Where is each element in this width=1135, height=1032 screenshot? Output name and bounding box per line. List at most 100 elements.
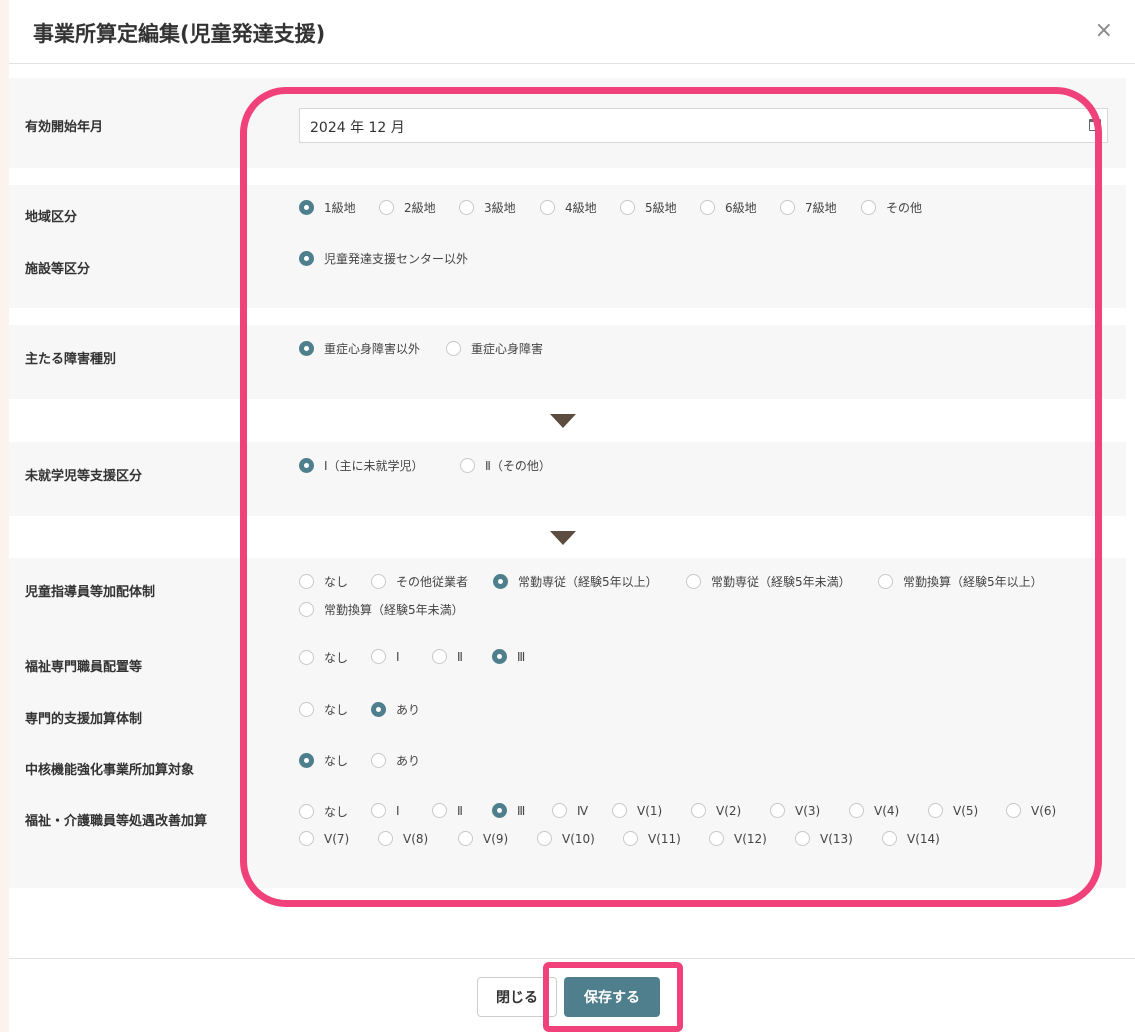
disability-option[interactable]: 重症心身障害以外 [299, 340, 420, 357]
improvement-option[interactable]: Ⅴ(8) [378, 831, 428, 846]
radio-button[interactable] [620, 200, 635, 215]
improvement-option[interactable]: Ⅴ(3) [770, 803, 820, 818]
radio-button[interactable] [299, 341, 314, 356]
area-option[interactable]: 4級地 [540, 199, 597, 216]
staff-option[interactable]: 常勤専従（経験5年未満） [686, 573, 851, 590]
area-option[interactable]: 1級地 [299, 199, 356, 216]
improvement-option[interactable]: Ⅴ(6) [1006, 803, 1056, 818]
core-option[interactable]: あり [371, 752, 420, 769]
improvement-option[interactable]: Ⅴ(13) [795, 831, 853, 846]
radio-button[interactable] [371, 753, 386, 768]
staff-option[interactable]: 常勤換算（経験5年未満） [299, 601, 464, 618]
radio-button[interactable] [299, 458, 314, 473]
improvement-option[interactable]: Ⅴ(7) [299, 831, 349, 846]
radio-button[interactable] [882, 831, 897, 846]
radio-button[interactable] [1006, 803, 1021, 818]
modal-title: 事業所算定編集(児童発達支援) [33, 22, 326, 46]
area-option[interactable]: 6級地 [700, 199, 757, 216]
close-button[interactable]: 閉じる [477, 977, 557, 1017]
staff-option[interactable]: その他従業者 [371, 573, 468, 590]
radio-button[interactable] [540, 200, 555, 215]
radio-button[interactable] [849, 803, 864, 818]
improvement-option[interactable]: Ⅳ [552, 803, 588, 818]
radio-button[interactable] [371, 702, 386, 717]
radio-button[interactable] [446, 341, 461, 356]
close-icon[interactable]: × [1095, 18, 1113, 43]
improvement-option[interactable]: Ⅴ(12) [709, 831, 767, 846]
improvement-option[interactable]: Ⅲ [492, 803, 525, 818]
improvement-option[interactable]: Ⅴ(11) [623, 831, 681, 846]
radio-button[interactable] [371, 574, 386, 589]
improvement-option[interactable]: Ⅴ(9) [458, 831, 508, 846]
radio-button[interactable] [691, 803, 706, 818]
radio-button[interactable] [299, 251, 314, 266]
radio-button[interactable] [552, 803, 567, 818]
radio-button[interactable] [537, 831, 552, 846]
area-option[interactable]: 5級地 [620, 199, 677, 216]
area-option[interactable]: 2級地 [379, 199, 436, 216]
improvement-option[interactable]: Ⅰ [371, 803, 400, 818]
staff-option[interactable]: なし [299, 573, 348, 590]
radio-button[interactable] [612, 803, 627, 818]
area-option[interactable]: その他 [861, 199, 922, 216]
staff-option[interactable]: 常勤専従（経験5年以上） [493, 573, 658, 590]
option-label: その他従業者 [396, 575, 469, 589]
specialist-option[interactable]: なし [299, 701, 348, 718]
radio-button[interactable] [700, 200, 715, 215]
radio-button[interactable] [299, 753, 314, 768]
staff-option[interactable]: 常勤換算（経験5年以上） [878, 573, 1043, 590]
radio-button[interactable] [432, 649, 447, 664]
radio-button[interactable] [492, 649, 507, 664]
calendar-icon[interactable] [1089, 119, 1101, 131]
radio-button[interactable] [371, 649, 386, 664]
radio-button[interactable] [299, 702, 314, 717]
radio-button[interactable] [299, 602, 314, 617]
radio-button[interactable] [299, 650, 314, 665]
improvement-option[interactable]: なし [299, 803, 348, 820]
radio-button[interactable] [861, 200, 876, 215]
radio-button[interactable] [378, 831, 393, 846]
improvement-option[interactable]: Ⅴ(2) [691, 803, 741, 818]
radio-button[interactable] [780, 200, 795, 215]
improvement-option[interactable]: Ⅴ(1) [612, 803, 662, 818]
improvement-option[interactable]: Ⅴ(5) [928, 803, 978, 818]
radio-button[interactable] [299, 574, 314, 589]
radio-button[interactable] [878, 574, 893, 589]
radio-button[interactable] [493, 574, 508, 589]
radio-button[interactable] [795, 831, 810, 846]
welfare-staff-option[interactable]: Ⅲ [492, 649, 525, 664]
radio-button[interactable] [623, 831, 638, 846]
radio-button[interactable] [379, 200, 394, 215]
improvement-option[interactable]: Ⅴ(14) [882, 831, 940, 846]
radio-button[interactable] [460, 458, 475, 473]
area-option[interactable]: 3級地 [459, 199, 516, 216]
improvement-option[interactable]: Ⅴ(10) [537, 831, 595, 846]
radio-button[interactable] [492, 803, 507, 818]
radio-button[interactable] [458, 831, 473, 846]
welfare-staff-option[interactable]: なし [299, 649, 348, 666]
disability-option[interactable]: 重症心身障害 [446, 340, 543, 357]
welfare-staff-option[interactable]: Ⅰ [371, 649, 400, 664]
radio-button[interactable] [770, 803, 785, 818]
facility-option[interactable]: 児童発達支援センター以外 [299, 250, 468, 267]
radio-button[interactable] [709, 831, 724, 846]
preschool-option[interactable]: Ⅱ（その他） [460, 457, 551, 474]
radio-button[interactable] [299, 200, 314, 215]
specialist-option[interactable]: あり [371, 701, 420, 718]
radio-button[interactable] [299, 831, 314, 846]
improvement-option[interactable]: Ⅴ(4) [849, 803, 899, 818]
radio-button[interactable] [432, 803, 447, 818]
section-staffing: 児童指導員等加配体制 なし その他従業者 常勤専従（経験5年以上） 常勤専従（経験5年… [9, 558, 1126, 888]
radio-button[interactable] [928, 803, 943, 818]
radio-button[interactable] [299, 804, 314, 819]
core-option[interactable]: なし [299, 752, 348, 769]
radio-button[interactable] [459, 200, 474, 215]
radio-button[interactable] [686, 574, 701, 589]
start-date-input[interactable]: 2024 年 12 月 [299, 108, 1108, 143]
radio-button[interactable] [371, 803, 386, 818]
preschool-option[interactable]: Ⅰ（主に未就学児） [299, 457, 424, 474]
welfare-staff-option[interactable]: Ⅱ [432, 649, 463, 664]
area-option[interactable]: 7級地 [780, 199, 837, 216]
improvement-option[interactable]: Ⅱ [432, 803, 463, 818]
save-button[interactable]: 保存する [564, 977, 660, 1017]
